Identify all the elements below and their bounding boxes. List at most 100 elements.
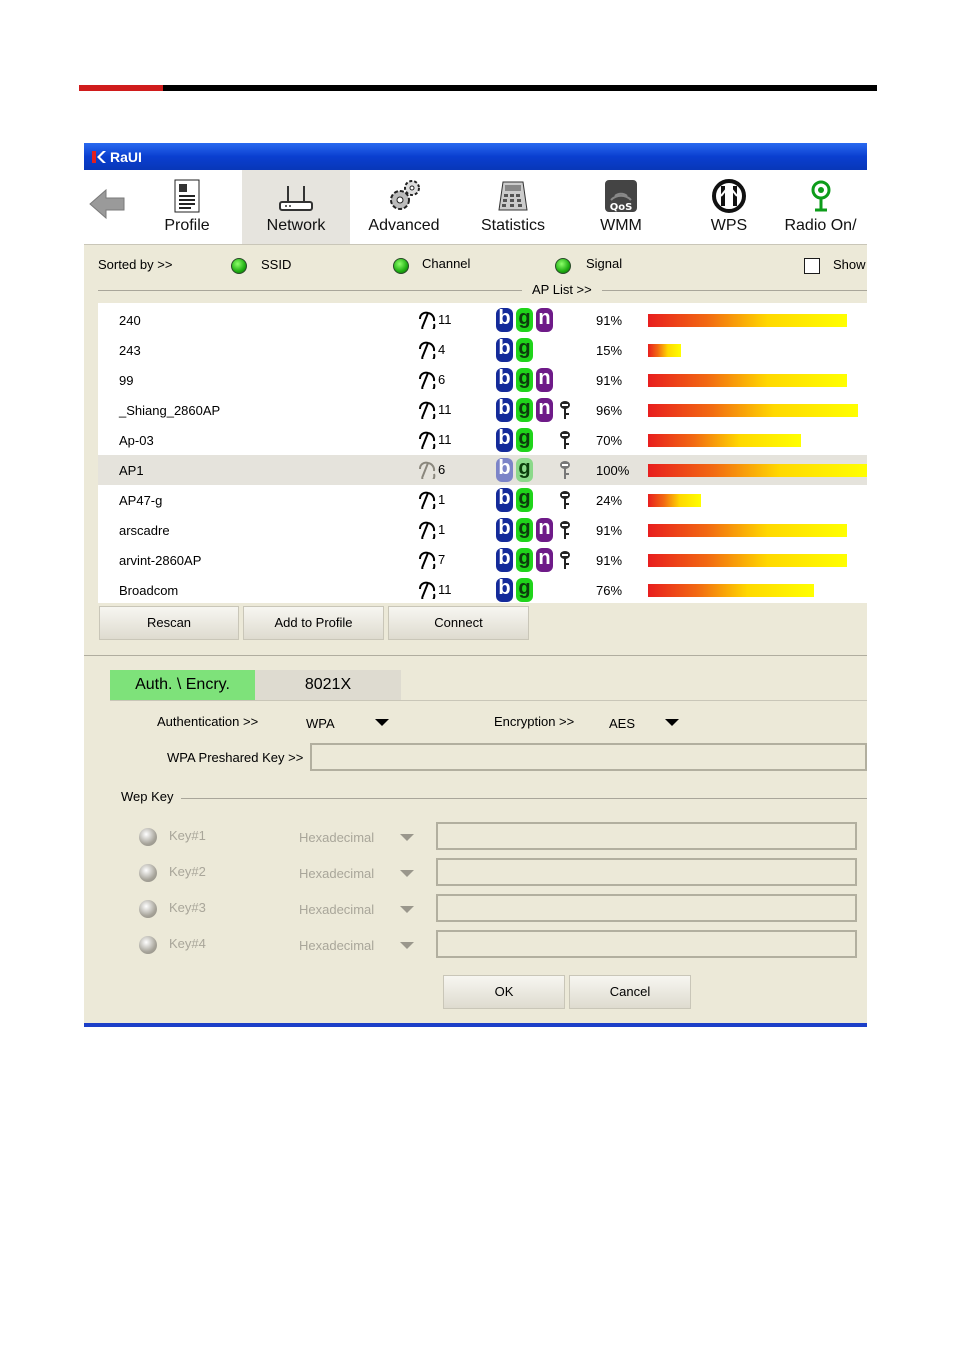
encryption-label: Encryption >> <box>494 714 575 729</box>
authentication-dropdown-icon[interactable] <box>375 719 389 726</box>
wep-key-format-select[interactable]: Hexadecimal <box>299 830 374 845</box>
toolbar-radio[interactable]: Radio On/ <box>774 170 867 244</box>
channel-antenna-icon <box>419 311 436 329</box>
title-bar[interactable]: RaUI <box>84 143 867 170</box>
encryption-key-icon <box>559 520 571 543</box>
header-rule-red <box>79 85 163 91</box>
wep-key-format-dropdown-icon[interactable] <box>400 870 414 877</box>
mode-b-icon: b <box>496 338 513 362</box>
toolbar-wmm[interactable]: QoS WMM <box>567 170 675 244</box>
toolbar-wps[interactable]: WPS <box>675 170 783 244</box>
wep-key-input[interactable] <box>436 858 857 886</box>
ok-button[interactable]: OK <box>443 975 565 1009</box>
ap-modes: bg <box>496 578 533 602</box>
ap-list-row[interactable]: AP1 6 b g 100% <box>98 455 867 485</box>
mode-b-icon: b <box>496 488 513 512</box>
ap-list-label: AP List >> <box>532 282 592 297</box>
mode-b-icon: b <box>496 398 513 422</box>
cancel-button[interactable]: Cancel <box>569 975 691 1009</box>
ap-list-row[interactable]: _Shiang_2860AP 11 b g n 96% <box>98 395 867 425</box>
ralink-logo-icon <box>90 149 106 165</box>
rescan-button[interactable]: Rescan <box>99 606 239 640</box>
sort-channel-radio[interactable] <box>393 258 409 274</box>
ap-list-row[interactable]: 99 6 b g n 91% <box>98 365 867 395</box>
encryption-dropdown-icon[interactable] <box>665 719 679 726</box>
show-label: Show <box>833 257 866 272</box>
sort-signal-radio[interactable] <box>555 258 571 274</box>
authentication-label: Authentication >> <box>157 714 259 729</box>
encryption-select[interactable]: AES <box>609 716 635 731</box>
ap-list-row[interactable]: arscadre 1 b g n 91% <box>98 515 867 545</box>
ap-channel-number: 11 <box>438 311 452 327</box>
wep-key-radio[interactable] <box>139 864 157 882</box>
tab-auth-encry[interactable]: Auth. \ Encry. <box>110 670 255 700</box>
wpa-psk-input[interactable] <box>310 743 867 771</box>
ap-list-row[interactable]: Ap-03 11 b g 70% <box>98 425 867 455</box>
wep-key-input[interactable] <box>436 822 857 850</box>
mode-b-icon: b <box>496 428 513 452</box>
ap-channel: 4 <box>418 339 445 359</box>
ap-channel: 11 <box>418 429 452 449</box>
toolbar-statistics[interactable]: Statistics <box>459 170 567 244</box>
sort-ssid-radio[interactable] <box>231 258 247 274</box>
channel-antenna-icon <box>419 401 436 419</box>
advanced-icon <box>386 178 422 214</box>
ap-list-row[interactable]: 240 11 b g n 91% <box>98 305 867 335</box>
wep-key-format-dropdown-icon[interactable] <box>400 942 414 949</box>
wep-key-format-select[interactable]: Hexadecimal <box>299 938 374 953</box>
connect-button[interactable]: Connect <box>388 606 529 640</box>
ap-list-row[interactable]: AP47-g 1 b g 24% <box>98 485 867 515</box>
wep-key-format-select[interactable]: Hexadecimal <box>299 866 374 881</box>
ap-list[interactable]: 240 11 b g n 91% 243 4 b g 15% 99 6 b g n 91% _Shiang_286… <box>98 303 867 603</box>
ap-list-row[interactable]: Broadcom 11 b g 76% <box>98 575 867 605</box>
wep-key-format-dropdown-icon[interactable] <box>400 906 414 913</box>
ap-modes: bgn <box>496 548 553 572</box>
mode-g-icon: g <box>516 398 533 422</box>
back-arrow-icon[interactable] <box>88 186 126 222</box>
wep-key-radio[interactable] <box>139 936 157 954</box>
channel-antenna-icon <box>419 551 436 569</box>
toolbar-label: WPS <box>710 217 748 234</box>
ap-modes: bg <box>496 488 533 512</box>
ap-signal-percent: 70% <box>596 433 623 448</box>
wep-key-radio[interactable] <box>139 900 157 918</box>
ap-channel: 7 <box>418 549 445 569</box>
statistics-icon <box>495 178 531 214</box>
ap-list-row[interactable]: arvint-2860AP 7 b g n 91% <box>98 545 867 575</box>
ap-channel: 1 <box>418 519 445 539</box>
ap-signal-percent: 15% <box>596 343 623 358</box>
wps-icon <box>711 178 747 214</box>
channel-antenna-icon <box>419 491 436 509</box>
authentication-select[interactable]: WPA <box>306 716 335 731</box>
mode-g-icon: g <box>516 488 533 512</box>
window-title: RaUI <box>110 148 142 165</box>
toolbar-profile[interactable]: Profile <box>133 170 241 244</box>
ap-ssid: arscadre <box>119 523 170 538</box>
toolbar-network[interactable]: Network <box>242 170 350 244</box>
ap-channel-number: 6 <box>438 371 446 387</box>
wep-key-format-dropdown-icon[interactable] <box>400 834 414 841</box>
ap-signal-percent: 96% <box>596 403 623 418</box>
wpa-psk-label: WPA Preshared Key >> <box>167 750 304 765</box>
section-separator <box>84 655 867 656</box>
wep-key-input[interactable] <box>436 930 857 958</box>
wep-key-input[interactable] <box>436 894 857 922</box>
mode-n-icon: n <box>536 518 553 542</box>
ap-modes: bg <box>496 458 533 482</box>
ap-list-row[interactable]: 243 4 b g 15% <box>98 335 867 365</box>
mode-b-icon: b <box>496 518 513 542</box>
wep-key-format-select[interactable]: Hexadecimal <box>299 902 374 917</box>
show-checkbox[interactable] <box>804 258 820 274</box>
mode-b-icon: b <box>496 458 513 482</box>
wep-key-radio[interactable] <box>139 828 157 846</box>
toolbar-label: Radio On/ <box>784 217 857 234</box>
ap-ssid: 243 <box>119 343 141 358</box>
encryption-key-icon <box>559 550 571 573</box>
tab-8021x[interactable]: 8021X <box>255 670 401 700</box>
ap-signal-bar <box>648 494 701 507</box>
channel-antenna-icon <box>419 521 436 539</box>
ap-channel-number: 11 <box>438 401 452 417</box>
wep-key-name: Key#2 <box>169 864 206 879</box>
add-to-profile-button[interactable]: Add to Profile <box>243 606 384 640</box>
toolbar-advanced[interactable]: Advanced <box>350 170 458 244</box>
